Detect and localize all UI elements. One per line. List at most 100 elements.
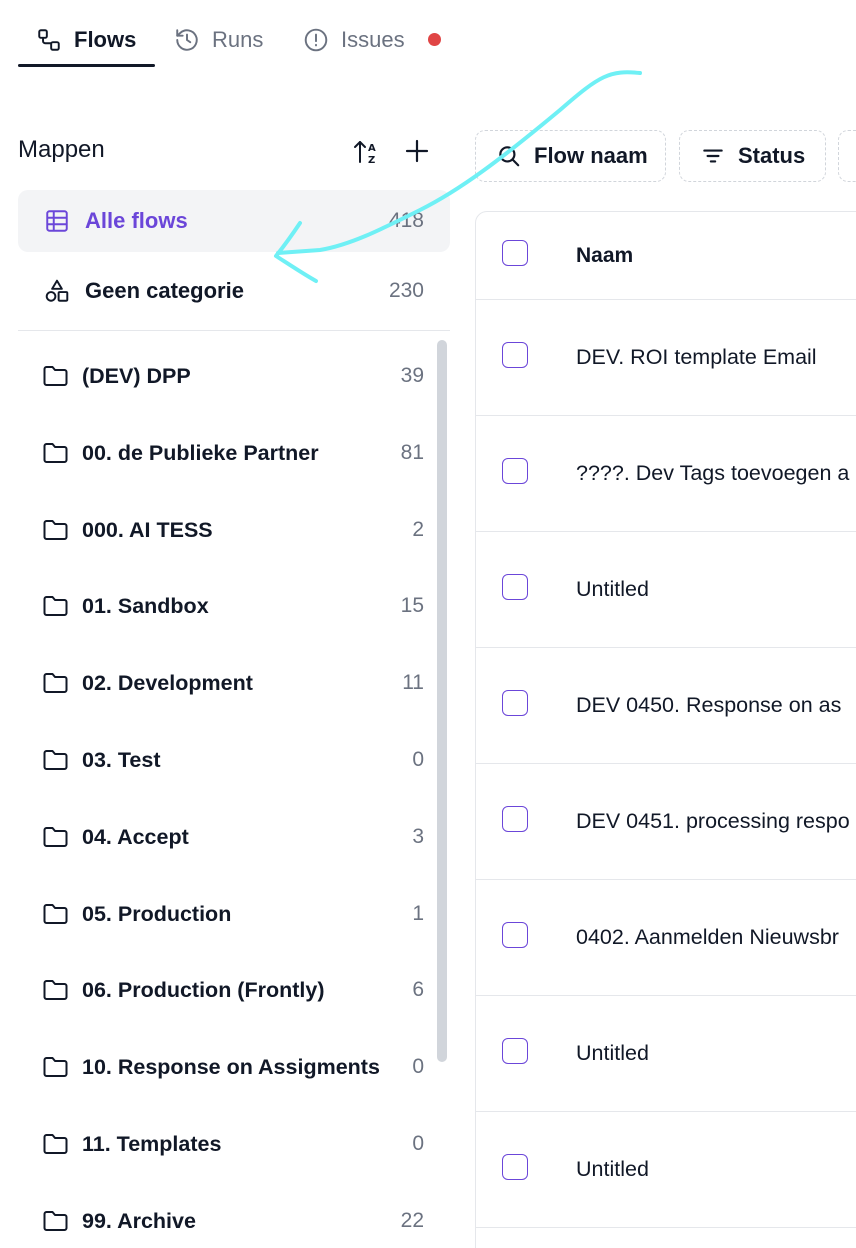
table-row[interactable]: Untitled: [476, 996, 856, 1112]
flows-table: Naam DEV. ROI template Email ????. Dev T…: [475, 211, 856, 1248]
folder-label: (DEV) DPP: [82, 363, 191, 388]
folder-count: 2: [412, 518, 424, 541]
flow-name[interactable]: 0402. Aanmelden Nieuwsbr: [576, 925, 839, 950]
row-checkbox[interactable]: [502, 458, 528, 484]
sidebar-folder-item[interactable]: 01. Sandbox 15: [18, 581, 432, 631]
sidebar-folder-item[interactable]: 000. AI TESS 2: [18, 505, 432, 555]
more-filter-button[interactable]: [838, 130, 856, 182]
folder-icon: [43, 1057, 68, 1077]
sidebar-folder-item[interactable]: 02. Development 11: [18, 658, 432, 708]
folder-label: 99. Archive: [82, 1208, 196, 1233]
sidebar-item-label: Alle flows: [85, 208, 188, 233]
flow-name[interactable]: Untitled: [576, 1157, 649, 1182]
folder-count: 15: [400, 594, 424, 617]
sidebar-folder-item[interactable]: 10. Response on Assigments 0: [18, 1042, 432, 1092]
table-row[interactable]: DEV 0450. Response on as: [476, 648, 856, 764]
sidebar-folder-item[interactable]: 00. de Publieke Partner 81: [18, 428, 432, 478]
tab-issues-label: Issues: [341, 27, 405, 52]
sort-az-icon: A Z: [354, 141, 376, 166]
flow-name[interactable]: Untitled: [576, 577, 649, 602]
table-row[interactable]: 0402. Aanmelden Nieuwsbr: [476, 880, 856, 996]
table-row[interactable]: ????. Dev Tags toevoegen a: [476, 416, 856, 532]
folder-count: 39: [400, 364, 424, 387]
sidebar-folder-item[interactable]: 06. Production (Frontly) 6: [18, 965, 432, 1015]
flow-name[interactable]: DEV 0451. processing respo: [576, 809, 850, 834]
sidebar-folder-item[interactable]: 05. Production 1: [18, 889, 432, 939]
filter-icon: [703, 149, 723, 163]
folder-icon: [43, 980, 68, 1000]
folder-count: 11: [402, 671, 424, 694]
row-checkbox[interactable]: [502, 574, 528, 600]
tab-flows[interactable]: Flows: [36, 22, 136, 58]
folder-icon: [43, 904, 68, 924]
table-row[interactable]: DEV 0451. processing respo: [476, 764, 856, 880]
status-filter-label: Status: [738, 143, 806, 168]
sidebar-scrollbar[interactable]: [437, 340, 447, 1062]
sidebar-item-all-flows[interactable]: Alle flows 418: [18, 190, 450, 252]
folder-label: 06. Production (Frontly): [82, 977, 325, 1002]
alert-circle-icon: [304, 28, 328, 52]
table-row[interactable]: Untitled: [476, 1112, 856, 1228]
row-checkbox[interactable]: [502, 342, 528, 368]
row-checkbox[interactable]: [502, 922, 528, 948]
svg-text:Z: Z: [368, 155, 375, 166]
row-checkbox[interactable]: [502, 690, 528, 716]
folder-label: 11. Templates: [82, 1131, 222, 1156]
column-header-name[interactable]: Naam: [576, 244, 633, 268]
row-checkbox[interactable]: [502, 1154, 528, 1180]
sidebar-item-label: Geen categorie: [85, 278, 244, 303]
folder-count: 81: [400, 441, 424, 464]
folder-icon: [43, 443, 68, 463]
table-icon: [46, 210, 68, 232]
flow-name[interactable]: ????. Dev Tags toevoegen a: [576, 461, 849, 486]
folder-icon: [43, 520, 68, 540]
top-tabs: Flows Runs Issues: [0, 0, 856, 68]
sort-folders-button[interactable]: A Z: [352, 138, 382, 166]
add-folder-button[interactable]: [402, 136, 432, 166]
row-checkbox[interactable]: [502, 806, 528, 832]
sidebar-item-uncategorized[interactable]: Geen categorie 230: [18, 260, 450, 322]
flow-name[interactable]: DEV 0450. Response on as: [576, 693, 841, 718]
issues-notification-dot: [428, 33, 441, 46]
flow-name[interactable]: Untitled: [576, 1041, 649, 1066]
folder-label: 03. Test: [82, 747, 161, 772]
folder-icon: [43, 1211, 68, 1231]
search-icon: [499, 146, 520, 167]
folder-count: 0: [412, 1055, 424, 1078]
sidebar-folder-item[interactable]: 99. Archive 22: [18, 1196, 432, 1246]
folder-icon: [43, 673, 68, 693]
folder-label: 05. Production: [82, 901, 232, 926]
tab-runs-label: Runs: [212, 27, 264, 52]
folder-label: 02. Development: [82, 670, 253, 695]
plus-icon: [405, 139, 429, 163]
sidebar-folder-item[interactable]: 03. Test 0: [18, 735, 432, 785]
sidebar-item-count: 230: [388, 279, 424, 302]
table-row[interactable]: Untitled: [476, 532, 856, 648]
sidebar-title: Mappen: [18, 136, 105, 163]
sidebar-folder-item[interactable]: (DEV) DPP 39: [18, 351, 432, 401]
folder-icon: [43, 596, 68, 616]
flow-name[interactable]: DEV. ROI template Email: [576, 345, 817, 370]
folder-icon: [43, 1134, 68, 1154]
flow-name-filter-button[interactable]: Flow naam: [475, 130, 666, 182]
folder-count: 3: [412, 825, 424, 848]
folder-label: 04. Accept: [82, 824, 189, 849]
svg-text:A: A: [368, 143, 376, 154]
tab-issues[interactable]: Issues: [303, 22, 405, 58]
select-all-checkbox[interactable]: [502, 240, 528, 266]
shapes-icon: [45, 279, 69, 302]
history-icon: [176, 29, 198, 51]
tab-flows-label: Flows: [74, 27, 137, 52]
active-tab-indicator: [18, 64, 155, 67]
table-row[interactable]: DEV. ROI template Email: [476, 300, 856, 416]
sidebar-item-count: 418: [388, 209, 424, 232]
folder-count: 6: [412, 978, 424, 1001]
folder-icon: [43, 750, 68, 770]
status-filter-button[interactable]: Status: [679, 130, 826, 182]
row-checkbox[interactable]: [502, 1038, 528, 1064]
folders-sidebar: Mappen A Z Alle flows 418 Geen categorie…: [0, 100, 460, 1248]
tab-runs[interactable]: Runs: [174, 22, 263, 58]
sidebar-folder-item[interactable]: 04. Accept 3: [18, 812, 432, 862]
sidebar-folder-item[interactable]: 11. Templates 0: [18, 1119, 432, 1169]
folder-icon: [43, 827, 68, 847]
